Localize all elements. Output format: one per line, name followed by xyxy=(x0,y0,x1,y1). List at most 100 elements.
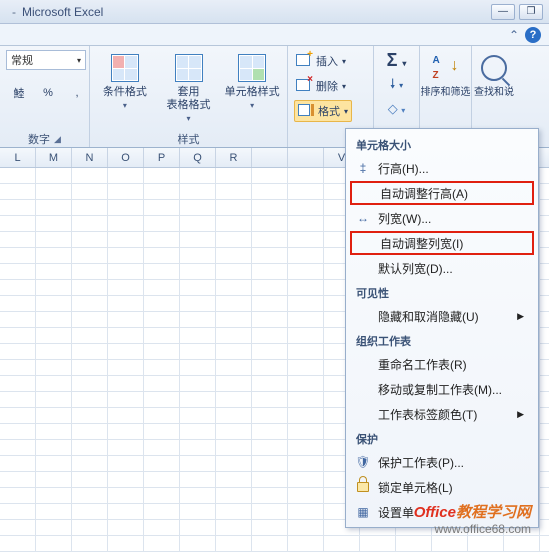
grid-cell[interactable] xyxy=(108,296,144,311)
grid-cell[interactable] xyxy=(288,168,324,183)
grid-cell[interactable] xyxy=(36,344,72,359)
grid-cell[interactable] xyxy=(216,296,252,311)
grid-cell[interactable] xyxy=(36,424,72,439)
grid-cell[interactable] xyxy=(252,520,288,535)
grid-cell[interactable] xyxy=(180,360,216,375)
grid-cell[interactable] xyxy=(252,184,288,199)
grid-cell[interactable] xyxy=(288,280,324,295)
grid-cell[interactable] xyxy=(144,456,180,471)
grid-cell[interactable] xyxy=(36,248,72,263)
grid-cell[interactable] xyxy=(288,200,324,215)
menu-row-height[interactable]: ‡ 行高(H)... xyxy=(350,156,534,180)
grid-cell[interactable] xyxy=(144,216,180,231)
grid-cell[interactable] xyxy=(216,488,252,503)
grid-cell[interactable] xyxy=(252,216,288,231)
grid-cell[interactable] xyxy=(288,328,324,343)
grid-cell[interactable] xyxy=(252,280,288,295)
grid-cell[interactable] xyxy=(144,168,180,183)
grid-cell[interactable] xyxy=(36,264,72,279)
grid-cell[interactable] xyxy=(108,456,144,471)
grid-cell[interactable] xyxy=(180,440,216,455)
grid-cell[interactable] xyxy=(108,392,144,407)
grid-cell[interactable] xyxy=(288,344,324,359)
grid-cell[interactable] xyxy=(0,200,36,215)
col-header[interactable]: N xyxy=(72,148,108,167)
grid-cell[interactable] xyxy=(72,264,108,279)
grid-cell[interactable] xyxy=(72,200,108,215)
grid-cell[interactable] xyxy=(72,424,108,439)
grid-cell[interactable] xyxy=(180,392,216,407)
col-header[interactable]: O xyxy=(108,148,144,167)
grid-cell[interactable] xyxy=(288,232,324,247)
grid-cell[interactable] xyxy=(252,264,288,279)
grid-cell[interactable] xyxy=(108,344,144,359)
grid-cell[interactable] xyxy=(36,360,72,375)
grid-cell[interactable] xyxy=(216,520,252,535)
grid-cell[interactable] xyxy=(0,232,36,247)
grid-cell[interactable] xyxy=(252,360,288,375)
grid-cell[interactable] xyxy=(252,424,288,439)
grid-cell[interactable] xyxy=(36,200,72,215)
sort-filter-button[interactable]: AZ↓ 排序和筛选 xyxy=(422,50,470,101)
grid-cell[interactable] xyxy=(252,232,288,247)
grid-cell[interactable] xyxy=(144,184,180,199)
grid-cell[interactable] xyxy=(180,472,216,487)
col-header[interactable]: Q xyxy=(180,148,216,167)
grid-cell[interactable] xyxy=(72,376,108,391)
grid-cell[interactable] xyxy=(180,248,216,263)
grid-cell[interactable] xyxy=(216,328,252,343)
grid-cell[interactable] xyxy=(108,360,144,375)
grid-cell[interactable] xyxy=(288,408,324,423)
col-header[interactable]: R xyxy=(216,148,252,167)
menu-autofit-col[interactable]: 自动调整列宽(I) xyxy=(350,231,534,255)
grid-cell[interactable] xyxy=(36,440,72,455)
grid-cell[interactable] xyxy=(216,200,252,215)
grid-cell[interactable] xyxy=(108,168,144,183)
col-header[interactable] xyxy=(252,148,288,167)
grid-cell[interactable] xyxy=(0,360,36,375)
conditional-format-button[interactable]: 条件格式 ▾ xyxy=(96,50,154,112)
grid-cell[interactable] xyxy=(108,328,144,343)
grid-cell[interactable] xyxy=(144,440,180,455)
grid-cell[interactable] xyxy=(252,344,288,359)
grid-cell[interactable] xyxy=(216,184,252,199)
grid-cell[interactable] xyxy=(0,168,36,183)
grid-cell[interactable] xyxy=(288,376,324,391)
menu-hide-unhide[interactable]: 隐藏和取消隐藏(U) ▶ xyxy=(350,304,534,328)
grid-cell[interactable] xyxy=(0,472,36,487)
grid-cell[interactable] xyxy=(252,296,288,311)
grid-cell[interactable] xyxy=(180,232,216,247)
grid-cell[interactable] xyxy=(252,200,288,215)
menu-tab-color[interactable]: 工作表标签颜色(T) ▶ xyxy=(350,402,534,426)
grid-cell[interactable] xyxy=(252,472,288,487)
grid-cell[interactable] xyxy=(72,360,108,375)
insert-cells-button[interactable]: 插入 ▾ xyxy=(294,50,346,72)
grid-cell[interactable] xyxy=(252,248,288,263)
menu-col-width[interactable]: ↔ 列宽(W)... xyxy=(350,206,534,230)
grid-cell[interactable] xyxy=(144,520,180,535)
grid-cell[interactable] xyxy=(72,232,108,247)
grid-cell[interactable] xyxy=(72,296,108,311)
grid-cell[interactable] xyxy=(216,360,252,375)
grid-cell[interactable] xyxy=(144,488,180,503)
grid-cell[interactable] xyxy=(252,376,288,391)
grid-cell[interactable] xyxy=(108,232,144,247)
grid-cell[interactable] xyxy=(288,264,324,279)
grid-cell[interactable] xyxy=(0,184,36,199)
grid-cell[interactable] xyxy=(144,280,180,295)
grid-cell[interactable] xyxy=(72,328,108,343)
grid-cell[interactable] xyxy=(72,216,108,231)
grid-cell[interactable] xyxy=(216,440,252,455)
ribbon-collapse-icon[interactable]: ⌃ xyxy=(509,28,519,42)
menu-rename-sheet[interactable]: 重命名工作表(R) xyxy=(350,352,534,376)
grid-cell[interactable] xyxy=(288,456,324,471)
grid-cell[interactable] xyxy=(0,296,36,311)
grid-cell[interactable] xyxy=(144,408,180,423)
grid-cell[interactable] xyxy=(216,376,252,391)
grid-cell[interactable] xyxy=(72,488,108,503)
grid-cell[interactable] xyxy=(36,376,72,391)
grid-cell[interactable] xyxy=(0,216,36,231)
grid-cell[interactable] xyxy=(72,472,108,487)
grid-cell[interactable] xyxy=(216,168,252,183)
grid-cell[interactable] xyxy=(144,344,180,359)
